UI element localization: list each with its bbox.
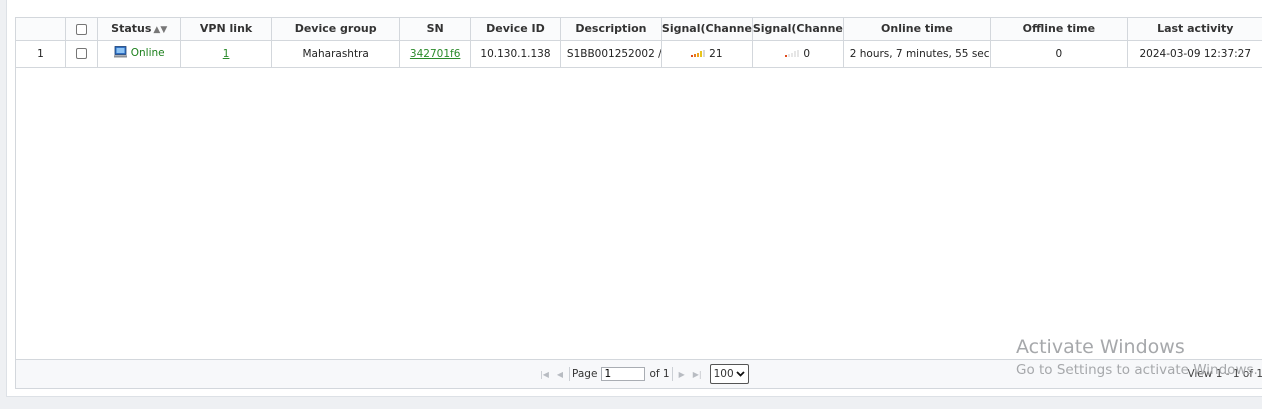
col-description[interactable]: Description	[560, 18, 662, 41]
col-device-id[interactable]: Device ID	[470, 18, 561, 41]
row-checkbox[interactable]	[76, 48, 88, 59]
col-signal-1[interactable]: Signal(Channel	[661, 18, 753, 41]
pager-controls: |◀ ◀ Page of 1 ▶ ▶| 100	[536, 364, 749, 384]
last-page-icon[interactable]: ▶|	[693, 370, 702, 379]
col-status-label: Status	[111, 22, 152, 36]
rows-per-page-select[interactable]: 100	[709, 364, 749, 384]
col-select-all[interactable]	[65, 18, 99, 41]
page-of-label: of 1	[649, 368, 670, 380]
col-vpn-link[interactable]: VPN link	[180, 18, 273, 41]
signal-bars-icon	[785, 49, 800, 57]
col-sn[interactable]: SN	[399, 18, 472, 41]
row-number: 1	[16, 40, 66, 68]
col-signal-2[interactable]: Signal(Channel	[752, 18, 844, 41]
pager-separator	[569, 367, 571, 381]
device-table: Status ▲▼ VPN link Device group SN Device…	[16, 18, 1262, 68]
prev-page-icon[interactable]: ◀	[557, 370, 563, 379]
row-select[interactable]	[65, 40, 99, 68]
col-last-activity[interactable]: Last activity	[1127, 18, 1262, 41]
signal-1-cell: 21	[661, 40, 753, 68]
page-label: Page	[572, 368, 598, 380]
rows-per-page-value: 100	[713, 368, 734, 380]
view-records-info: View 1 - 1 of 1	[1187, 368, 1262, 380]
last-activity-cell: 2024-03-09 12:37:27	[1127, 40, 1262, 68]
col-row-number	[16, 18, 66, 41]
pager-separator	[671, 367, 673, 381]
signal-2-value: 0	[803, 47, 811, 60]
select-all-checkbox[interactable]	[76, 23, 88, 35]
sn-link[interactable]: 342701f6	[410, 48, 460, 60]
device-grid: Status ▲▼ VPN link Device group SN Device…	[15, 17, 1262, 389]
next-page-icon[interactable]: ▶	[679, 370, 685, 379]
offline-time-cell: 0	[990, 40, 1128, 68]
online-time-cell: 2 hours, 7 minutes, 55 seco	[843, 40, 992, 68]
signal-1-value: 21	[709, 47, 723, 60]
sn-cell: 342701f6	[399, 40, 472, 68]
description-cell: S1BB001252002 /	[560, 40, 662, 68]
table-row[interactable]: 1 Online 1 Maharashtra 342701f6 10.130.1…	[16, 40, 1262, 68]
pager: |◀ ◀ Page of 1 ▶ ▶| 100 View 1 - 1 of 1	[16, 359, 1262, 388]
col-status[interactable]: Status ▲▼	[97, 18, 182, 41]
first-page-icon[interactable]: |◀	[540, 370, 549, 379]
header-row: Status ▲▼ VPN link Device group SN Device…	[16, 18, 1262, 41]
col-offline-time[interactable]: Offline time	[990, 18, 1128, 41]
col-online-time[interactable]: Online time	[843, 18, 992, 41]
chevron-down-icon	[736, 371, 745, 377]
status-cell: Online	[97, 40, 182, 68]
page-number-input[interactable]	[601, 367, 646, 381]
vpn-link[interactable]: 1	[223, 48, 230, 60]
status-text: Online	[130, 47, 165, 59]
device-id-cell: 10.130.1.138	[470, 40, 561, 68]
vpn-link-cell: 1	[180, 40, 273, 68]
computer-icon	[113, 46, 127, 61]
sort-icon[interactable]: ▲▼	[153, 25, 167, 35]
signal-bars-icon	[691, 49, 706, 57]
col-device-group[interactable]: Device group	[271, 18, 401, 41]
device-group-cell: Maharashtra	[271, 40, 401, 68]
signal-2-cell: 0	[752, 40, 844, 68]
